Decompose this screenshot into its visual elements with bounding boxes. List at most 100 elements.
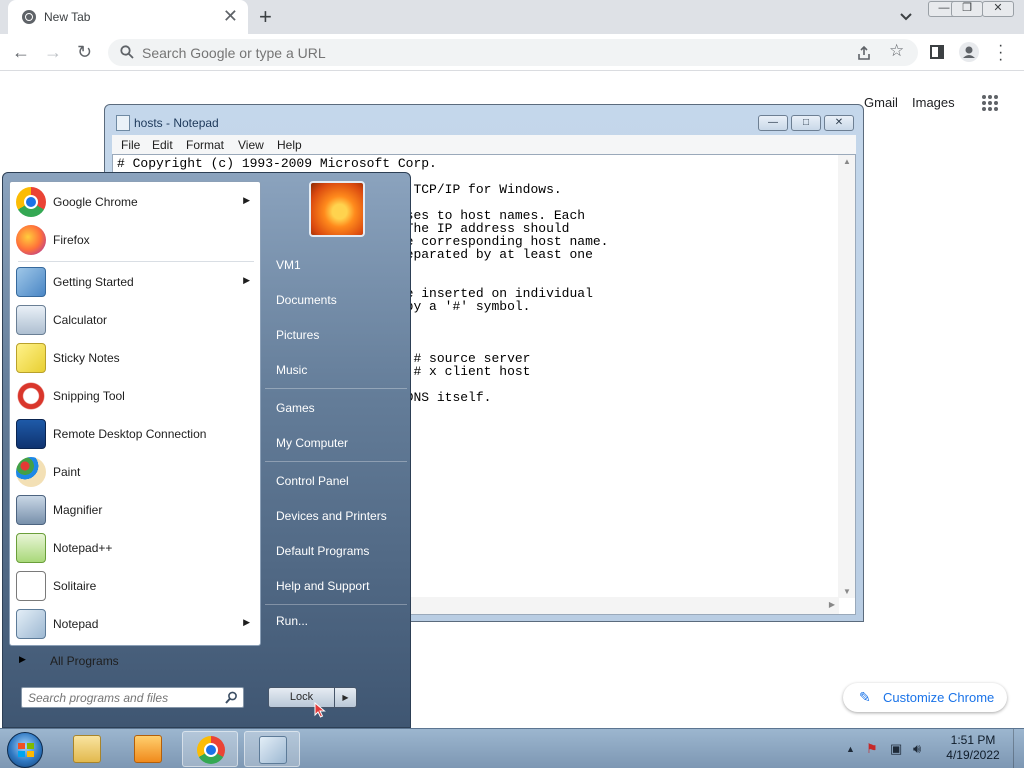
all-programs-button[interactable]: ▶ All Programs xyxy=(9,651,261,671)
profile-avatar-icon[interactable] xyxy=(959,42,979,62)
kebab-menu-icon[interactable]: · · · xyxy=(998,38,1003,68)
action-center-flag-icon[interactable]: ⚑ xyxy=(866,741,878,757)
taskbar-explorer-button[interactable] xyxy=(59,731,115,767)
notepad-minimize-button[interactable]: — xyxy=(758,115,788,131)
program-notepad-plus-plus[interactable]: Notepad++ xyxy=(10,529,260,567)
menu-format[interactable]: Format xyxy=(186,138,224,152)
place-pictures[interactable]: Pictures xyxy=(276,328,319,342)
taskbar-media-player-button[interactable] xyxy=(120,731,176,767)
program-label: Notepad xyxy=(53,617,99,631)
all-programs-label: All Programs xyxy=(50,654,119,668)
address-bar-input[interactable] xyxy=(142,42,822,63)
program-paint[interactable]: Paint xyxy=(10,453,260,491)
tab-search-chevron-icon[interactable] xyxy=(898,8,914,24)
scroll-right-arrow-icon[interactable]: ▶ xyxy=(829,600,835,609)
program-label: Firefox xyxy=(53,233,90,247)
place-help-and-support[interactable]: Help and Support xyxy=(276,579,369,593)
start-button-windows-icon[interactable] xyxy=(7,732,43,768)
place-control-panel[interactable]: Control Panel xyxy=(276,474,349,488)
remote-desktop-icon xyxy=(16,419,46,449)
place-my-computer[interactable]: My Computer xyxy=(276,436,348,450)
notepad-vertical-scrollbar[interactable]: ▲ ▼ xyxy=(838,155,855,598)
forward-arrow-icon[interactable]: → xyxy=(44,42,62,62)
place-default-programs[interactable]: Default Programs xyxy=(276,544,369,558)
menu-edit[interactable]: Edit xyxy=(152,138,173,152)
shutdown-options-arrow-icon[interactable]: ▶ xyxy=(335,687,357,708)
program-label: Snipping Tool xyxy=(53,389,125,403)
place-run[interactable]: Run... xyxy=(276,614,308,628)
omnibox[interactable]: ☆ xyxy=(108,39,918,66)
place-documents[interactable]: Documents xyxy=(276,293,337,307)
scroll-down-arrow-icon[interactable]: ▼ xyxy=(843,587,851,596)
scroll-up-arrow-icon[interactable]: ▲ xyxy=(843,157,851,166)
customize-chrome-label: Customize Chrome xyxy=(883,690,995,705)
taskbar-notepad-button[interactable] xyxy=(244,731,300,767)
program-calculator[interactable]: Calculator xyxy=(10,301,260,339)
places-separator xyxy=(265,461,407,462)
paint-icon xyxy=(16,457,46,487)
start-search-input[interactable] xyxy=(28,690,218,705)
program-label: Calculator xyxy=(53,313,108,327)
notepad-icon xyxy=(259,736,287,764)
submenu-arrow-icon[interactable]: ▶ xyxy=(243,195,250,206)
images-link[interactable]: Images xyxy=(912,95,955,110)
notepad-icon xyxy=(16,609,46,639)
notepad-title: hosts - Notepad xyxy=(134,116,219,130)
place-user-vm1[interactable]: VM1 xyxy=(276,258,301,272)
tab-close-icon[interactable]: ✕ xyxy=(223,7,238,25)
program-remote-desktop[interactable]: Remote Desktop Connection xyxy=(10,415,260,453)
program-sticky-notes[interactable]: Sticky Notes xyxy=(10,339,260,377)
browser-restore-button[interactable]: ❐ xyxy=(951,1,983,17)
notepad-close-button[interactable]: ✕ xyxy=(824,115,854,131)
program-getting-started[interactable]: Getting Started ▶ xyxy=(10,263,260,301)
program-snipping-tool[interactable]: Snipping Tool xyxy=(10,377,260,415)
solitaire-icon xyxy=(16,571,46,601)
explorer-icon xyxy=(73,735,101,763)
notepad-menubar: File Edit Format View Help xyxy=(112,135,856,154)
program-notepad[interactable]: Notepad ▶ xyxy=(10,605,260,643)
notepad-title-icon xyxy=(116,115,130,131)
menu-help[interactable]: Help xyxy=(277,138,302,152)
pencil-icon: ✎ xyxy=(859,689,871,705)
volume-icon[interactable]: 🔊︎ xyxy=(913,741,921,757)
user-picture-avatar[interactable] xyxy=(309,181,365,237)
new-tab-button[interactable]: + xyxy=(259,4,272,30)
sticky-notes-icon xyxy=(16,343,46,373)
program-solitaire[interactable]: Solitaire xyxy=(10,567,260,605)
program-label: Notepad++ xyxy=(53,541,113,555)
bookmark-star-icon[interactable]: ☆ xyxy=(889,41,904,61)
browser-close-button[interactable]: ✕ xyxy=(982,1,1014,17)
share-icon[interactable] xyxy=(856,45,872,61)
chrome-favicon-icon xyxy=(22,10,36,24)
start-menu: Google Chrome ▶ Firefox Getting Started … xyxy=(2,172,411,728)
back-arrow-icon[interactable]: ← xyxy=(12,42,30,62)
text-line: # Copyright (c) 1993-2009 Microsoft Corp… xyxy=(117,156,437,171)
show-desktop-button[interactable] xyxy=(1013,729,1024,768)
google-apps-icon[interactable] xyxy=(982,95,998,111)
taskbar-chrome-button[interactable] xyxy=(182,731,238,767)
submenu-arrow-icon[interactable]: ▶ xyxy=(243,617,250,628)
program-label: Solitaire xyxy=(53,579,97,593)
notepad-maximize-button[interactable]: □ xyxy=(791,115,821,131)
program-magnifier[interactable]: Magnifier xyxy=(10,491,260,529)
chrome-icon xyxy=(16,187,46,217)
menu-file[interactable]: File xyxy=(121,138,140,152)
place-games[interactable]: Games xyxy=(276,401,315,415)
gmail-link[interactable]: Gmail xyxy=(864,95,898,110)
menu-view[interactable]: View xyxy=(238,138,264,152)
customize-chrome-button[interactable]: ✎ Customize Chrome xyxy=(843,683,1007,712)
program-firefox[interactable]: Firefox xyxy=(10,221,260,259)
magnifier-icon xyxy=(16,495,46,525)
show-hidden-icons-chevron-icon[interactable]: ▲ xyxy=(846,744,855,754)
program-google-chrome[interactable]: Google Chrome ▶ xyxy=(10,183,260,221)
network-icon[interactable]: ▣ xyxy=(890,741,902,757)
place-music[interactable]: Music xyxy=(276,363,307,377)
start-search-box[interactable] xyxy=(21,687,244,708)
tab-new-tab[interactable]: New Tab ✕ xyxy=(8,0,248,34)
snipping-tool-icon xyxy=(16,381,46,411)
submenu-arrow-icon[interactable]: ▶ xyxy=(243,275,250,286)
reload-icon[interactable]: ↻ xyxy=(77,42,92,62)
place-devices-and-printers[interactable]: Devices and Printers xyxy=(276,509,387,523)
taskbar-clock[interactable]: 1:51 PM 4/19/2022 xyxy=(938,733,1008,763)
side-panel-icon[interactable] xyxy=(930,45,944,59)
